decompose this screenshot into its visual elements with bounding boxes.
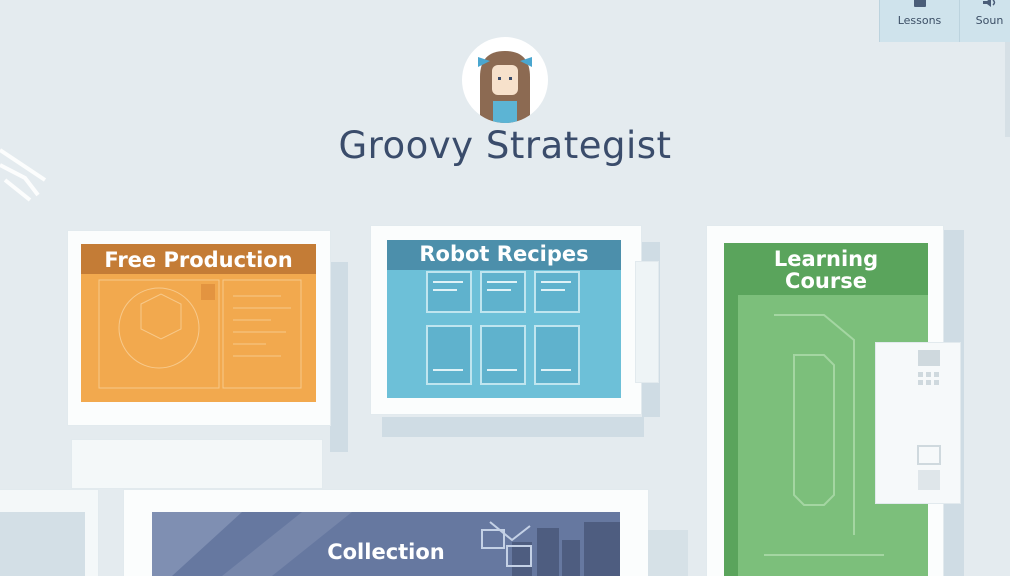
- speaker-icon: [960, 0, 1010, 10]
- avatar[interactable]: [462, 37, 548, 123]
- learning-course-label-2: Course: [785, 269, 867, 293]
- lessons-label: Lessons: [897, 14, 942, 27]
- profile-name: Groovy Strategist: [338, 124, 672, 167]
- scroll-track: [1005, 42, 1010, 137]
- robot-recipes-tile[interactable]: Robot Recipes: [387, 240, 621, 398]
- lessons-button[interactable]: Lessons: [879, 0, 959, 42]
- free-production-shadow: [330, 262, 348, 452]
- keypad-icon: [917, 350, 941, 490]
- robot-recipes-label: Robot Recipes: [419, 242, 589, 266]
- sound-label: Soun: [975, 14, 1004, 27]
- recipe-grid-graphic: [426, 271, 580, 385]
- robot-recipes-shadow: [382, 417, 644, 437]
- collection-label: Collection: [327, 540, 445, 564]
- learning-course-label-1: Learning: [773, 247, 879, 271]
- free-production-label: Free Production: [104, 248, 293, 272]
- book-icon: [880, 0, 959, 10]
- left-machine-detail: [0, 512, 85, 576]
- collection-side-shadow: [648, 530, 688, 576]
- robot-recipes-side-panel: [636, 262, 658, 382]
- free-production-tile[interactable]: Free Production: [81, 244, 316, 402]
- sound-button[interactable]: Soun: [959, 0, 1010, 42]
- free-production-base: [72, 440, 322, 488]
- collection-tile[interactable]: Collection: [152, 512, 620, 576]
- blueprint-graphic: [98, 279, 302, 389]
